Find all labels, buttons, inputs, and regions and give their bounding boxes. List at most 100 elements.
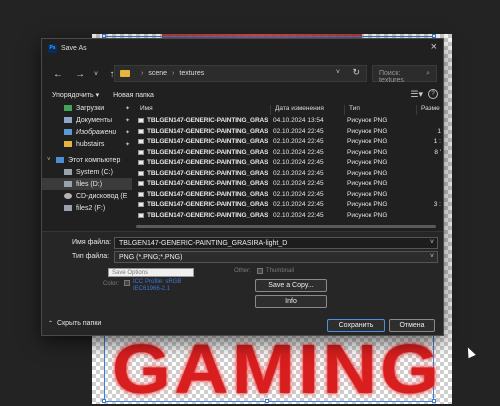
file-type: Рисунок PNG [347,127,388,135]
save-a-copy-button[interactable]: Save a Copy... [255,279,327,292]
table-row[interactable]: TBLGEN147-GENERIC-PAINTING_GRASIRA-... 02… [136,169,443,180]
png-file-icon [138,128,144,134]
sidebar-item-files-d[interactable]: files (D:) [42,178,132,190]
save-button[interactable]: Сохранить [327,319,385,332]
file-name-cell: TBLGEN147-GENERIC-PAINTING_GRASIRA-... [138,117,268,124]
table-row[interactable]: TBLGEN147-GENERIC-PAINTING_GRASIRA-... 02… [136,179,443,190]
breadcrumb-textures[interactable]: textures [179,70,204,77]
table-row[interactable]: TBLGEN147-GENERIC-PAINTING_GRASIRA-... 04… [136,116,443,127]
title-bar[interactable]: Ps Save As × [42,39,443,57]
table-row[interactable]: TBLGEN147-GENERIC-PAINTING_GRASIRA-... 02… [136,137,443,148]
file-name-cell: TBLGEN147-GENERIC-PAINTING_GRASIRA-... [138,212,268,219]
sidebar-item-documents[interactable]: Документы ✦ [42,114,132,126]
sidebar-item-files2-f[interactable]: files2 (F:) [42,202,132,214]
file-date: 04.10.2024 13:54 [273,117,324,124]
filetype-value: PNG (*.PNG;*.PNG) [119,253,183,261]
file-size: 8 ' [434,148,441,156]
info-button[interactable]: Info [255,295,327,308]
table-row[interactable]: TBLGEN147-GENERIC-PAINTING_GRASIRA-... 02… [136,190,443,201]
thumbnail-checkbox[interactable] [257,268,263,274]
browser-body: Загрузки ✦ Документы ✦ Изображени ✦ hubs… [42,102,443,228]
other-label: Other: [234,268,251,274]
table-row[interactable]: TBLGEN147-GENERIC-PAINTING_GRASIRA-... 02… [136,158,443,169]
chevron-down-icon[interactable]: ˅ [430,239,434,246]
refresh-icon[interactable]: ↻ [352,67,360,78]
chevron-up-icon: ⌃ [48,321,54,327]
breadcrumb-separator: › [141,70,144,77]
cancel-button[interactable]: Отмена [389,319,435,332]
column-header-type[interactable]: Тип [344,105,360,115]
mouse-cursor-icon [464,345,476,359]
drive-icon [64,169,72,175]
artwork-text: GAMING [112,332,442,406]
back-arrow-icon[interactable]: ← [50,69,66,80]
recent-locations-chevron-icon[interactable]: ˅ [88,71,104,78]
sidebar-item-downloads[interactable]: Загрузки ✦ [42,102,132,114]
sidebar-item-system-c[interactable]: System (C:) [42,166,132,178]
sidebar-item-label: Этот компьютер [68,156,121,164]
search-icon: ⌕ [426,70,430,77]
search-box[interactable]: Поиск: textures ⌕ [372,65,437,84]
pc-icon [56,157,64,163]
help-icon[interactable]: ? [428,89,438,99]
pin-icon: ✦ [124,117,130,124]
png-file-icon [138,149,144,155]
sidebar-item-label: files (D:) [76,180,103,188]
breadcrumb-separator: › [172,70,175,77]
pin-icon: ✦ [124,105,130,112]
file-date: 02.10.2024 22:45 [273,169,324,177]
file-name: TBLGEN147-GENERIC-PAINTING_GRASIRA-... [147,190,268,198]
forward-arrow-icon[interactable]: → [72,69,88,80]
sidebar-item-label: Загрузки [76,104,105,112]
sidebar-item-images[interactable]: Изображени ✦ [42,126,132,138]
sidebar-item-label: CD-дисковод (E [76,192,128,200]
icc-profile-checkbox[interactable] [124,280,130,286]
horizontal-scrollbar[interactable] [136,225,436,228]
file-size: 1 [437,127,441,135]
sidebar-item-cd-drive[interactable]: CD-дисковод (E [42,190,132,202]
organize-menu-button[interactable]: Упорядочить ▾ [52,91,99,99]
file-name-cell: TBLGEN147-GENERIC-PAINTING_GRASIRA-... [138,138,268,145]
sidebar-item-this-pc[interactable]: ˅ Этот компьютер [42,154,132,166]
file-name: TBLGEN147-GENERIC-PAINTING_GRASIRA-... [147,117,268,124]
hide-folders-toggle[interactable]: ⌃ Скрыть папки [48,320,101,327]
filetype-select[interactable]: PNG (*.PNG;*.PNG) ˅ [114,250,438,263]
column-header-size[interactable]: Разме [416,105,440,115]
save-options-panel: Имя файла: TBLGEN147-GENERIC-PAINTING_GR… [42,231,443,335]
download-icon [64,105,72,111]
table-row[interactable]: TBLGEN147-GENERIC-PAINTING_GRASIRA-... 02… [136,200,443,211]
filename-input[interactable]: TBLGEN147-GENERIC-PAINTING_GRASIRA-light… [114,236,438,249]
file-date: 02.10.2024 22:45 [273,211,324,219]
dialog-title: Save As [61,44,87,52]
address-dropdown-chevron-icon[interactable]: ˅ [336,69,340,76]
view-options-icon[interactable]: ☰▾ [410,89,423,100]
column-header-date[interactable]: Дата изменения [270,105,324,115]
png-file-icon [138,160,144,165]
document-icon [64,117,72,123]
file-type: Рисунок PNG [347,211,388,219]
file-date: 02.10.2024 22:45 [273,127,324,135]
file-name: TBLGEN147-GENERIC-PAINTING_GRASIRA-... [147,169,268,177]
png-file-icon [138,202,144,207]
breadcrumb-scene[interactable]: scene [148,70,167,77]
table-row[interactable]: TBLGEN147-GENERIC-PAINTING_GRASIRA-... 02… [136,211,443,222]
search-placeholder: Поиск: textures [379,70,404,84]
column-header-name[interactable]: Имя [136,105,153,115]
file-name-cell: TBLGEN147-GENERIC-PAINTING_GRASIRA-... [138,191,268,198]
transform-handle[interactable] [102,399,106,403]
chevron-down-icon[interactable]: ˅ [47,157,51,163]
new-folder-button[interactable]: Новая папка [113,92,154,99]
file-type: Рисунок PNG [347,138,388,145]
command-bar: Упорядочить ▾ Новая папка ☰▾ ? [42,87,443,103]
address-bar[interactable]: › scene › textures ˅ ↻ [114,65,367,82]
table-row[interactable]: TBLGEN147-GENERIC-PAINTING_GRASIRA-... 02… [136,148,443,159]
filetype-label: Тип файла: [72,253,110,260]
canvas-artwork: GAMING [112,332,442,406]
sidebar-item-hubstairs[interactable]: hubstairs ✦ [42,138,132,150]
table-row[interactable]: TBLGEN147-GENERIC-PAINTING_GRASIRA-... 02… [136,127,443,138]
png-file-icon [138,118,144,123]
chevron-down-icon[interactable]: ˅ [430,253,434,260]
sidebar-item-label: Документы [76,116,113,124]
file-rows: TBLGEN147-GENERIC-PAINTING_GRASIRA-... 04… [136,116,443,221]
close-icon[interactable]: × [431,42,437,53]
